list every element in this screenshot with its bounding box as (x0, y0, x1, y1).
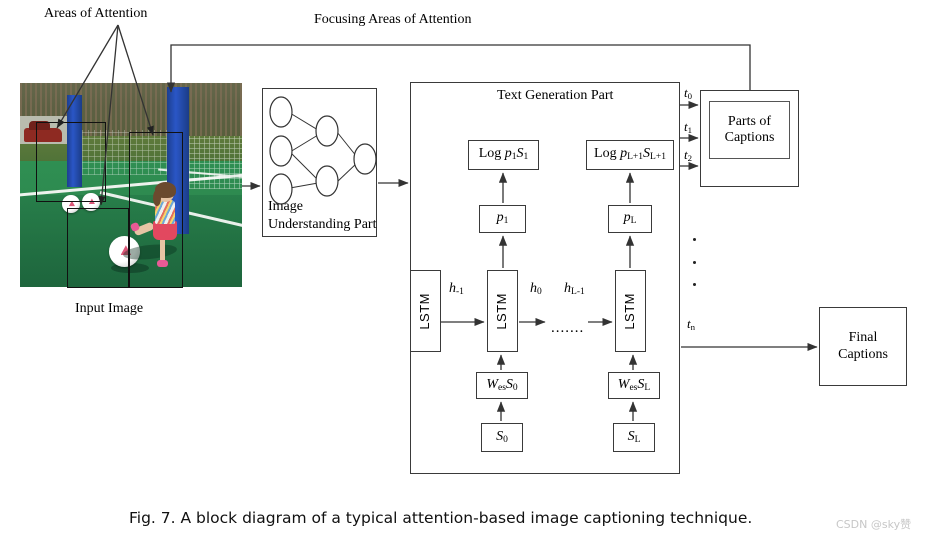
figure-caption: Fig. 7. A block diagram of a typical att… (129, 509, 753, 527)
attention-box-small-balls (36, 122, 106, 202)
time-steps-ellipsis (692, 238, 696, 286)
lstm-box-last-step: LSTM (615, 270, 646, 352)
lstm-label-initial: LSTM (417, 292, 433, 330)
log-probability-box-1: Log p1S1 (468, 140, 539, 170)
time-label-t0: t0 (684, 85, 693, 101)
word-embedding-label-0: WesS0 (486, 376, 518, 394)
probability-box-1: p1 (479, 205, 526, 233)
word-input-label-L: SL (627, 428, 641, 446)
probability-label-1: p1 (496, 210, 509, 227)
parts-of-captions-line1: Parts of (727, 113, 772, 129)
word-input-label-0: S0 (496, 428, 508, 446)
time-label-t2: t2 (684, 147, 693, 163)
hidden-state-label-minus1: h-1 (449, 281, 464, 298)
lstm-box-first-step: LSTM (487, 270, 518, 352)
word-input-box-0: S0 (481, 423, 523, 452)
parts-of-captions-inner-box: Parts of Captions (709, 101, 790, 159)
time-label-t1: t1 (684, 119, 693, 135)
parts-of-captions-line2: Captions (724, 130, 775, 145)
focusing-areas-of-attention-label: Focusing Areas of Attention (314, 12, 472, 27)
final-captions-line1: Final (848, 330, 878, 346)
probability-box-2: pL (608, 205, 652, 233)
lstm-chain-ellipsis: ....... (551, 320, 585, 336)
lstm-label-first-step: LSTM (494, 292, 510, 330)
word-embedding-box-0: WesS0 (476, 372, 528, 399)
time-label-tn: tn (687, 316, 696, 332)
attention-box-large-ball (67, 208, 129, 288)
input-image-label: Input Image (75, 301, 144, 316)
text-generation-title: Text Generation Part (497, 88, 614, 103)
word-input-box-L: SL (613, 423, 655, 452)
hidden-state-label-0: h0 (530, 281, 542, 298)
log-probability-box-2: Log pL+1SL+1 (586, 140, 674, 170)
word-embedding-label-L: WesSL (617, 376, 651, 394)
csdn-watermark: CSDN @sky赞 (836, 518, 912, 531)
figure-canvas: Image Understanding Part Text Generation… (0, 0, 926, 537)
attention-box-girl (129, 132, 183, 288)
log-probability-label-1: Log p1S1 (478, 146, 529, 163)
photo-net-right (188, 136, 242, 190)
lstm-label-last-step: LSTM (622, 292, 638, 330)
hidden-state-label-L-1: hL-1 (564, 281, 585, 298)
word-embedding-box-L: WesSL (608, 372, 660, 399)
areas-of-attention-label: Areas of Attention (44, 6, 148, 21)
log-probability-label-2: Log pL+1SL+1 (594, 146, 666, 163)
final-captions-box: Final Captions (819, 307, 907, 386)
final-captions-line2: Captions (838, 346, 888, 362)
image-understanding-title-line1: Image (268, 199, 303, 214)
lstm-box-initial: LSTM (410, 270, 441, 352)
image-understanding-title-line2: Understanding Part (268, 217, 377, 232)
probability-label-2: pL (623, 210, 637, 227)
